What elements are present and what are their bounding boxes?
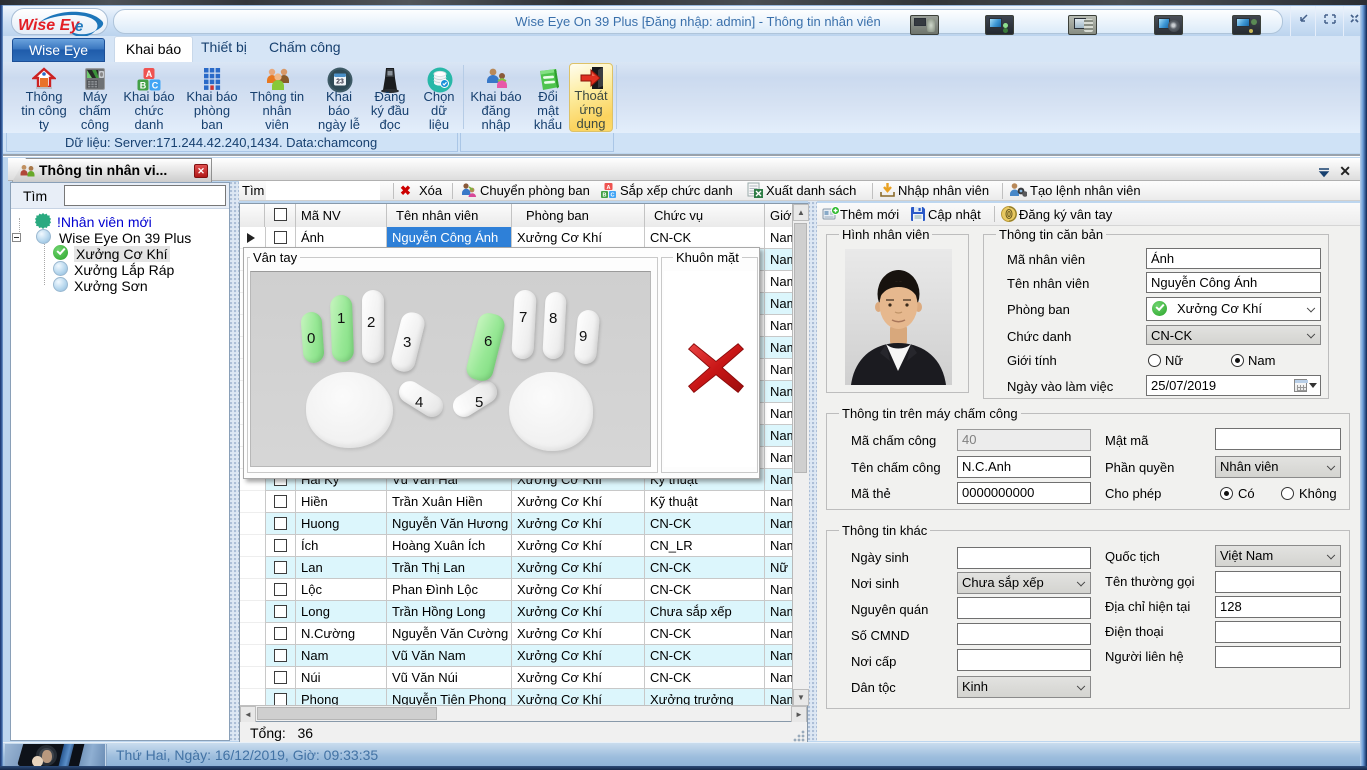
svg-text:23: 23 xyxy=(336,79,344,86)
svg-text:B: B xyxy=(603,193,607,199)
svg-text:e: e xyxy=(75,18,83,35)
svg-text:A: A xyxy=(607,185,611,191)
svg-text:Wise Ey: Wise Ey xyxy=(18,17,80,34)
svg-text:A: A xyxy=(146,69,153,79)
svg-text:C: C xyxy=(611,193,615,199)
